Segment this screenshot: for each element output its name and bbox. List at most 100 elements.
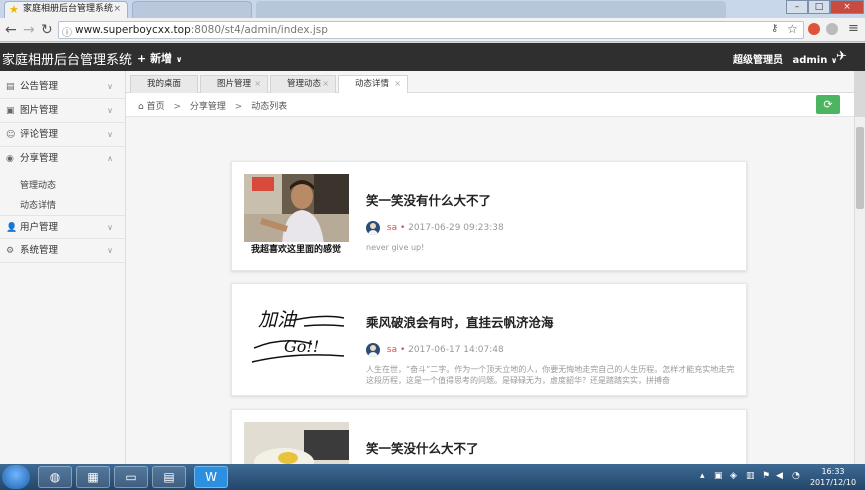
app-title: 家庭相册后台管理系统 <box>2 53 133 68</box>
minimize-button[interactable]: – <box>786 0 808 14</box>
sidebar-item-notices[interactable]: ▤ 公告管理 ∨ <box>0 75 125 99</box>
tray-icon[interactable]: ▣ <box>714 471 723 481</box>
folder-taskbar-icon[interactable]: ▤ <box>152 466 186 488</box>
role-label: 超级管理员 <box>733 55 783 66</box>
clock-date: 2017/12/10 <box>809 478 857 487</box>
close-icon[interactable]: × <box>254 76 261 92</box>
tab-post-detail[interactable]: 动态详情 × <box>338 75 408 93</box>
gear-icon: ⚙ <box>6 246 15 256</box>
clock-icon[interactable]: ◔ <box>792 471 800 481</box>
computer-taskbar-icon[interactable]: ▭ <box>114 466 148 488</box>
username: admin <box>792 55 828 66</box>
bookmark-star-icon[interactable]: ☆ <box>787 22 798 36</box>
menu-icon[interactable]: ≡ <box>848 21 859 36</box>
post-time: 2017-06-17 14:07:48 <box>408 345 504 355</box>
taskbar-clock[interactable]: 16:33 2017/12/10 <box>803 466 863 488</box>
meta-dot: • <box>399 345 409 355</box>
new-label: 新增 <box>150 52 173 65</box>
breadcrumb-home[interactable]: 首页 <box>147 102 165 112</box>
tab-manage-posts[interactable]: 管理动态 × <box>270 75 336 93</box>
browser-tab-blurred <box>256 1 726 18</box>
app-taskbar-icon[interactable]: ▦ <box>76 466 110 488</box>
url-input[interactable]: ⓘ www.superboycxx.top:8080/st4/admin/ind… <box>58 21 804 39</box>
tray-arrow-icon[interactable]: ▴ <box>700 471 705 481</box>
thumb-caption: 我超喜欢这里面的感觉 <box>251 243 341 254</box>
post-author[interactable]: sa <box>387 345 397 355</box>
post-title[interactable]: 乘风破浪会有时，直挂云帆济沧海 <box>366 312 554 331</box>
plus-icon: + <box>137 52 147 65</box>
page-info-icon[interactable]: ⓘ <box>62 24 72 39</box>
sidebar-item-label: 分享管理 <box>20 153 59 164</box>
browser-tab-inactive[interactable] <box>132 1 252 18</box>
extension-icon-2[interactable] <box>826 23 838 35</box>
sidebar-item-label: 图片管理 <box>20 105 59 116</box>
forward-icon[interactable]: → <box>23 22 35 38</box>
close-icon[interactable]: × <box>113 2 121 17</box>
wps-taskbar-icon[interactable]: W <box>194 466 228 488</box>
start-button[interactable] <box>2 465 30 489</box>
eye-icon: ◉ <box>6 154 14 164</box>
browser-tab-active[interactable]: ★ 家庭相册后台管理系统 × <box>4 1 128 18</box>
tab-desktop[interactable]: 我的桌面 <box>130 75 198 93</box>
bird-icon[interactable]: ✈ <box>836 49 847 64</box>
post-thumbnail[interactable] <box>244 422 349 464</box>
sidebar-item-users[interactable]: 👤 用户管理 ∨ <box>0 215 125 239</box>
post-card[interactable]: 加油 Go!! 乘风破浪会有时，直挂云帆济沧海 sa • 2017-06-17 … <box>231 283 747 396</box>
extension-icon[interactable] <box>808 23 820 35</box>
reload-icon[interactable]: ↻ <box>41 22 53 38</box>
post-card[interactable]: 我超喜欢这里面的感觉 笑一笑没有什么大不了 sa • 2017-06-29 09… <box>231 161 747 271</box>
post-thumbnail[interactable]: 加油 Go!! <box>244 296 349 376</box>
avatar <box>366 342 380 357</box>
chrome-taskbar-icon[interactable]: ◍ <box>38 466 72 488</box>
volume-icon[interactable]: ◀ <box>776 471 783 481</box>
notice-icon: ▤ <box>6 82 15 92</box>
window-close-button[interactable]: × <box>830 0 864 14</box>
new-menu-button[interactable]: + 新增 ∨ <box>137 50 182 66</box>
back-icon[interactable]: ← <box>5 22 17 38</box>
post-list: 我超喜欢这里面的感觉 笑一笑没有什么大不了 sa • 2017-06-29 09… <box>126 117 854 464</box>
sidebar-item-shares[interactable]: ◉ 分享管理 ∧ <box>0 147 125 171</box>
close-icon[interactable]: × <box>394 76 401 92</box>
network-icon[interactable]: ▥ <box>746 471 755 481</box>
avatar <box>366 220 380 235</box>
comment-icon: ☺ <box>6 130 16 140</box>
browser-tabstrip: ★ 家庭相册后台管理系统 × – □ × <box>0 0 865 18</box>
post-title[interactable]: 笑一笑没什么大不了 <box>366 438 479 457</box>
post-description: 人生在世，“奋斗”二字。作为一个顶天立地的人，你要无悔地走完自己的人生历程。怎样… <box>366 365 735 385</box>
user-menu[interactable]: 超级管理员 admin ∨ <box>733 51 837 66</box>
post-card[interactable]: 笑一笑没什么大不了 <box>231 409 747 464</box>
shield-icon[interactable]: ◈ <box>730 471 737 481</box>
star-icon: ★ <box>9 3 19 16</box>
key-icon[interactable]: ⚷ <box>771 23 778 34</box>
maximize-button[interactable]: □ <box>808 0 830 14</box>
chevron-down-icon: ∨ <box>107 130 113 139</box>
sidebar-subitem-manage-posts[interactable]: 管理动态 <box>20 178 56 191</box>
thumb-text-1: 加油 <box>258 309 298 331</box>
tab-images[interactable]: 图片管理 × <box>200 75 268 93</box>
sidebar-item-label: 系统管理 <box>20 245 59 256</box>
breadcrumb-separator: > <box>173 102 182 112</box>
photo-illustration <box>244 422 349 464</box>
sidebar: ▤ 公告管理 ∨ ▣ 图片管理 ∨ ☺ 评论管理 ∨ ◉ 分享管理 ∧ 管理动态… <box>0 71 126 464</box>
url-host: www.superboycxx.top <box>75 24 191 36</box>
tab-label: 我的桌面 <box>147 79 182 89</box>
post-meta: sa • 2017-06-17 14:07:48 <box>366 342 504 358</box>
sidebar-subitem-post-detail[interactable]: 动态详情 <box>20 198 56 211</box>
flag-icon[interactable]: ⚑ <box>762 471 770 481</box>
sidebar-item-comments[interactable]: ☺ 评论管理 ∨ <box>0 123 125 147</box>
sidebar-item-images[interactable]: ▣ 图片管理 ∨ <box>0 99 125 123</box>
post-thumbnail[interactable]: 我超喜欢这里面的感觉 <box>244 174 349 254</box>
post-title[interactable]: 笑一笑没有什么大不了 <box>366 190 491 209</box>
home-icon: ⌂ <box>138 102 144 112</box>
scrollbar-thumb[interactable] <box>856 127 864 209</box>
tab-label: 图片管理 <box>217 79 252 89</box>
breadcrumb-level1[interactable]: 分享管理 <box>190 102 226 112</box>
url-text: www.superboycxx.top:8080/st4/admin/index… <box>75 24 328 36</box>
refresh-button[interactable]: ⟳ <box>816 95 840 114</box>
chevron-down-icon: ∨ <box>107 106 113 115</box>
close-icon[interactable]: × <box>322 76 329 92</box>
post-author[interactable]: sa <box>387 223 397 233</box>
sidebar-item-system[interactable]: ⚙ 系统管理 ∨ <box>0 239 125 263</box>
user-icon: 👤 <box>6 223 18 233</box>
breadcrumb: ⌂ 首页 > 分享管理 > 动态列表 <box>138 99 287 112</box>
